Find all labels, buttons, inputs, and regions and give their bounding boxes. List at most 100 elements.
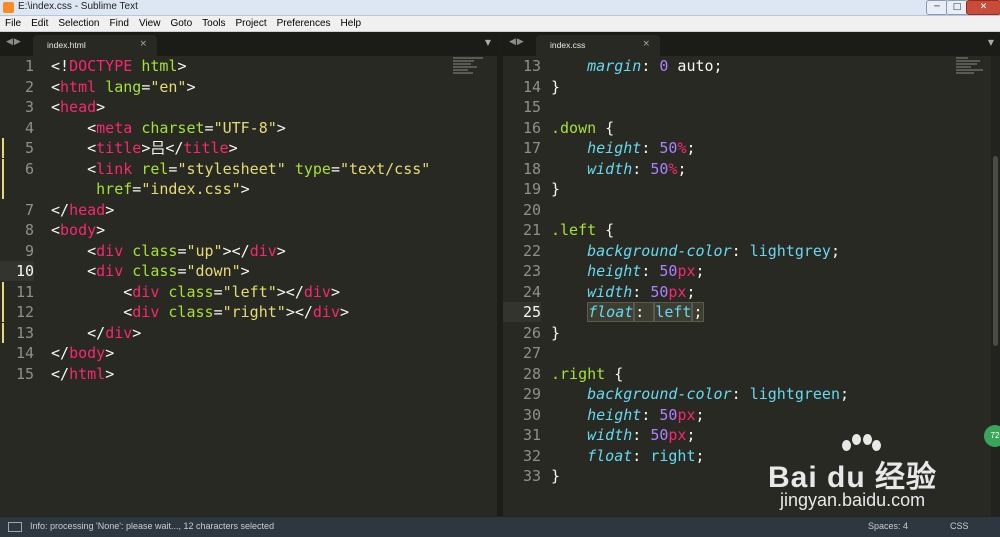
code-token: ; <box>692 302 704 322</box>
code-token: meta <box>96 118 142 137</box>
code-line[interactable]: 6 <link rel="stylesheet" type="text/css" <box>0 158 497 179</box>
maximize-button[interactable]: □ <box>946 0 968 15</box>
code-line[interactable]: 21 .left { <box>503 220 1000 240</box>
code-text: background-color: lightgrey; <box>551 241 840 261</box>
menu-edit[interactable]: Edit <box>26 16 53 29</box>
code-line[interactable]: 14 </body> <box>0 343 497 363</box>
code-token: } <box>551 180 561 198</box>
code-line[interactable]: 1 <!DOCTYPE html> <box>0 56 497 76</box>
close-button[interactable]: ✕ <box>966 0 1000 15</box>
scrollbar-thumb[interactable] <box>993 156 998 346</box>
code-token: div <box>132 303 169 321</box>
menu-help[interactable]: Help <box>336 16 367 29</box>
code-line[interactable]: 23 height: 50px; <box>503 261 1000 281</box>
tab-nav-arrows-icon[interactable]: ◀▶ <box>6 37 22 47</box>
code-line[interactable]: 11 <div class="left"></div> <box>0 281 497 302</box>
menu-find[interactable]: Find <box>105 16 134 29</box>
code-line[interactable]: 24 width: 50px; <box>503 282 1000 302</box>
code-line[interactable]: 13 margin: 0 auto; <box>503 56 1000 76</box>
syntax-selector[interactable]: CSS <box>950 521 969 531</box>
code-line[interactable]: 29 background-color: lightgreen; <box>503 384 1000 404</box>
code-text: height: 50%; <box>551 138 695 158</box>
code-line[interactable]: 15 <box>503 97 1000 117</box>
code-token: head <box>60 98 97 116</box>
indentation-setting[interactable]: Spaces: 4 <box>868 521 908 531</box>
code-line[interactable]: 27 <box>503 343 1000 363</box>
code-token: : <box>731 385 750 403</box>
code-token: ; <box>686 426 696 444</box>
code-line[interactable]: 13 </div> <box>0 322 497 343</box>
code-line[interactable]: 9 <div class="up"></div> <box>0 241 497 261</box>
code-token: "UTF-8" <box>213 118 277 137</box>
code-line[interactable]: 7 </head> <box>0 200 497 220</box>
minimize-button[interactable]: ─ <box>926 0 948 15</box>
code-token: > <box>105 364 115 383</box>
code-line[interactable]: 26} <box>503 323 1000 343</box>
code-token: html <box>60 77 106 96</box>
tab-index-html[interactable]: index.html × <box>33 35 157 56</box>
code-line[interactable]: 2 <html lang="en"> <box>0 77 497 97</box>
code-token: auto; <box>668 57 723 75</box>
panel-toggle-icon[interactable] <box>8 522 22 532</box>
code-token: "text/css" <box>340 159 431 178</box>
code-token: px <box>668 426 687 444</box>
tab-close-icon[interactable]: × <box>139 39 147 49</box>
code-line[interactable]: 25 float: left; <box>503 302 1000 322</box>
code-line[interactable]: 14} <box>503 77 1000 97</box>
tab-dropdown-icon[interactable]: ▼ <box>988 38 994 47</box>
code-token: { <box>605 364 624 383</box>
code-line[interactable]: 12 <div class="right"></div> <box>0 302 497 322</box>
line-number: 8 <box>24 221 34 239</box>
code-text: width: 50px; <box>551 425 696 445</box>
tab-nav-arrows-icon[interactable]: ◀▶ <box>509 37 525 47</box>
menu-tools[interactable]: Tools <box>197 16 230 29</box>
code-text: float: right; <box>551 446 704 466</box>
menu-selection[interactable]: Selection <box>53 16 104 29</box>
code-text: </div> <box>51 323 141 343</box>
code-line[interactable]: 10 <div class="down"> <box>0 261 497 281</box>
code-line[interactable]: 20 <box>503 200 1000 220</box>
code-line[interactable]: 17 height: 50%; <box>503 138 1000 158</box>
menu-view[interactable]: View <box>134 16 166 29</box>
code-text: } <box>551 179 560 199</box>
sublime-app-icon <box>3 2 14 13</box>
tab-close-icon[interactable]: × <box>642 39 650 49</box>
code-token: head <box>69 200 106 219</box>
code-text: <div class="right"></div> <box>51 302 349 322</box>
code-line[interactable]: 28 .right { <box>503 364 1000 384</box>
code-token: = <box>330 159 340 178</box>
tab-dropdown-icon[interactable]: ▼ <box>485 38 491 47</box>
code-text: </body> <box>51 343 114 363</box>
code-token: } <box>551 77 561 96</box>
tab-index-css[interactable]: index.css × <box>536 35 660 56</box>
code-line[interactable]: 3 <head> <box>0 97 497 117</box>
code-area[interactable]: 1 <!DOCTYPE html> 2 <html lang="en"> 3 <head>… <box>0 56 497 516</box>
code-line[interactable]: href="index.css"> <box>0 179 497 199</box>
code-line[interactable]: 18 width: 50%; <box>503 159 1000 179</box>
code-token: width <box>587 282 633 301</box>
menu-file[interactable]: File <box>0 16 26 29</box>
code-token: class <box>132 262 178 280</box>
code-token: ></ <box>285 303 313 321</box>
code-line[interactable]: 22 background-color: lightgrey; <box>503 241 1000 261</box>
code-line[interactable]: 19} <box>503 179 1000 199</box>
code-token: < <box>51 77 61 96</box>
code-line[interactable]: 30 height: 50px; <box>503 405 1000 425</box>
menu-project[interactable]: Project <box>231 16 272 29</box>
code-line[interactable]: 15 </html> <box>0 364 497 384</box>
code-line[interactable]: 4 <meta charset="UTF-8"> <box>0 118 497 138</box>
editor-pane-left[interactable]: ◀▶ index.html × ▼ 1 <!DOCTYPE html> 2 <html… <box>0 32 497 516</box>
code-line[interactable]: 16 .down { <box>503 118 1000 138</box>
code-line[interactable]: 8 <body> <box>0 220 497 240</box>
menu-preferences[interactable]: Preferences <box>272 16 336 29</box>
code-line[interactable]: 5 <title>吕</title> <box>0 138 497 158</box>
code-token: "down" <box>186 262 241 280</box>
line-number: 32 <box>522 446 541 465</box>
menu-goto[interactable]: Goto <box>165 16 197 29</box>
vertical-scrollbar[interactable] <box>991 56 1000 516</box>
